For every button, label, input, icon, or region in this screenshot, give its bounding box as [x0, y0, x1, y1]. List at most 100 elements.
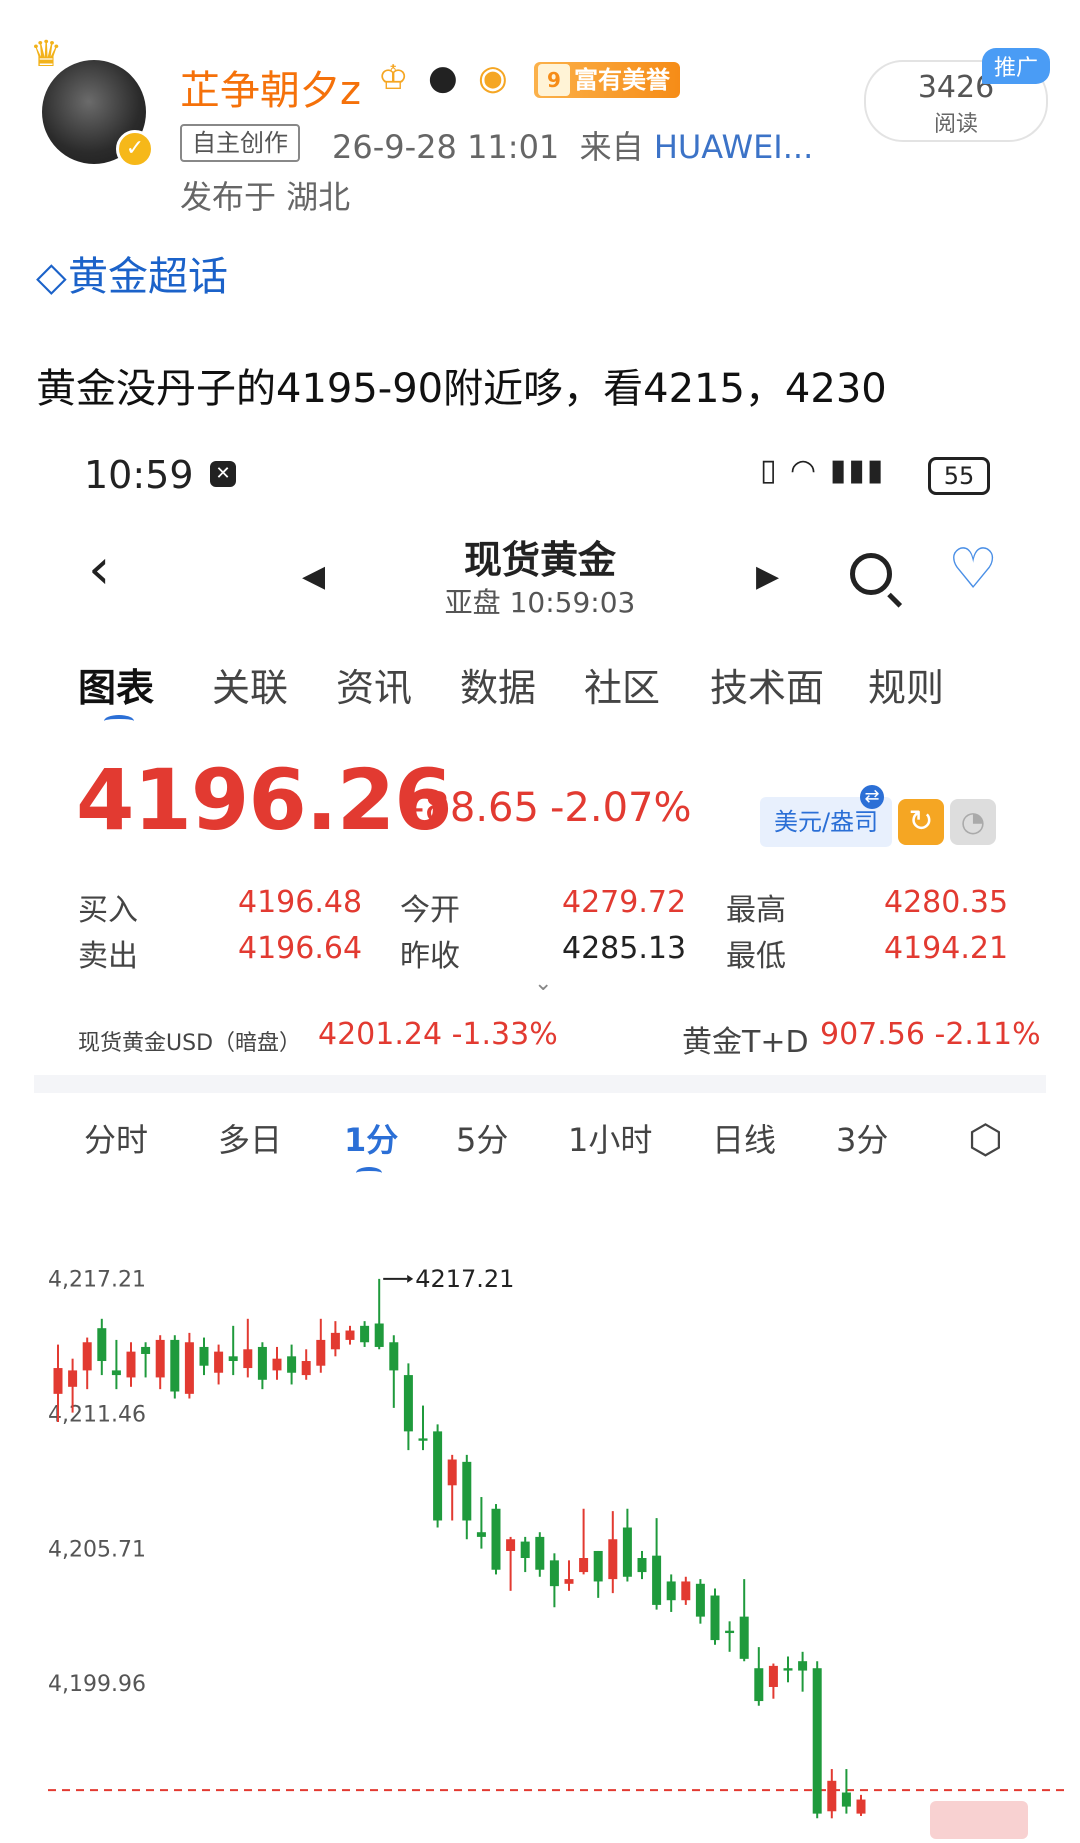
candle-body [389, 1342, 399, 1371]
tab-chart[interactable]: 图表 [78, 657, 154, 712]
device-link[interactable]: HUAWEI... [654, 128, 813, 166]
candle-body [462, 1461, 472, 1521]
source-tag: 自主创作 [180, 124, 300, 162]
buy-label: 买入 [78, 893, 138, 928]
period-daily[interactable]: 日线 [712, 1115, 776, 1161]
y-tick-label: 4,211.46 [48, 1403, 146, 1428]
prev-instrument-icon[interactable]: ◀ [302, 559, 325, 594]
candle-body [374, 1323, 384, 1347]
candle-body [53, 1368, 63, 1394]
next-instrument-icon[interactable]: ▶ [756, 559, 779, 594]
refresh-icon[interactable]: ↻ [898, 799, 944, 845]
max-marker-label: 4217.21 [415, 1265, 514, 1293]
period-1min[interactable]: 1分 [344, 1115, 398, 1161]
period-1hour[interactable]: 1小时 [568, 1115, 652, 1161]
candle-body [856, 1799, 866, 1814]
candle-body [418, 1438, 428, 1441]
crown-icon: ♛ [30, 34, 63, 75]
weibo-post: ♛ ✓ 芷争朝夕z ♔ ● ◉ 9 富有美誉 3426 阅读 推广 自主创作 2… [0, 0, 1080, 425]
candle-body [783, 1668, 793, 1671]
tab-community[interactable]: 社区 [584, 657, 660, 712]
candle-body [827, 1780, 837, 1812]
candle-body [768, 1665, 778, 1687]
candle-body [549, 1560, 559, 1587]
candle-body [316, 1339, 326, 1366]
promo-badge[interactable]: 推广 [982, 48, 1051, 84]
vip-crown-icon[interactable]: ♔ [378, 58, 408, 98]
embedded-screenshot[interactable]: 10:59 ✕ ▯ ◠ ▮▮▮ 55 ‹ ◀ 现货黄金 亚盘 10:59:03 … [0, 425, 1080, 1843]
fame-badge[interactable]: 9 富有美誉 [534, 62, 680, 98]
candle-body [433, 1431, 443, 1521]
low-value: 4194.21 [884, 931, 1009, 966]
candle-body [141, 1346, 151, 1354]
candle-body [447, 1459, 457, 1486]
search-icon[interactable] [850, 553, 892, 595]
fish-icon[interactable]: ◉ [478, 58, 508, 98]
panda-icon[interactable]: ● [428, 58, 458, 98]
high-value: 4280.35 [884, 885, 1009, 920]
diamond-icon: ◇ [36, 254, 67, 300]
td-value[interactable]: 907.56 -2.11% [820, 1017, 1041, 1052]
y-tick-label: 4,199.96 [48, 1672, 146, 1697]
back-icon[interactable]: ‹ [88, 537, 110, 602]
fame-label: 富有美誉 [574, 66, 670, 94]
candle-body [710, 1595, 720, 1641]
period-5min[interactable]: 5分 [456, 1115, 508, 1161]
candle-body [754, 1668, 764, 1702]
period-intraday[interactable]: 分时 [84, 1115, 148, 1161]
candle-body [170, 1339, 180, 1392]
post-location: 发布于 湖北 [180, 178, 351, 216]
tab-related[interactable]: 关联 [212, 657, 288, 712]
chevron-down-icon[interactable]: ⌄ [534, 971, 552, 996]
candle-body [155, 1339, 165, 1378]
candle-body [111, 1370, 121, 1376]
username[interactable]: 芷争朝夕z [180, 58, 361, 116]
candle-body [681, 1581, 691, 1601]
post-timestamp: 26-9-28 11:01 [332, 128, 560, 166]
period-3min[interactable]: 3分 [836, 1115, 888, 1161]
candle-body [243, 1349, 253, 1369]
max-marker-arrow [407, 1274, 414, 1283]
open-value: 4279.72 [562, 885, 687, 920]
topic-link[interactable]: ◇黄金超话 [36, 244, 228, 302]
candlestick-chart[interactable]: 4,217.21 4,211.46 4,205.71 4,199.96 4217.21 [34, 1205, 1064, 1843]
candle-body [126, 1351, 136, 1378]
verified-icon: ✓ [116, 130, 154, 168]
app-notification-icon: ✕ [210, 461, 236, 487]
battery-indicator: 55 [928, 457, 990, 495]
tab-technical[interactable]: 技术面 [710, 657, 824, 712]
candle-body [330, 1332, 340, 1350]
period-multiday[interactable]: 多日 [218, 1115, 282, 1161]
y-tick-label: 4,217.21 [48, 1268, 146, 1293]
candle-body [199, 1346, 209, 1366]
candle-body [476, 1532, 486, 1537]
read-label: 阅读 [933, 112, 978, 137]
candle-body [345, 1330, 355, 1340]
tab-data[interactable]: 数据 [460, 657, 536, 712]
price-change-pct: -2.07% [550, 785, 692, 831]
session-time: 亚盘 10:59:03 [444, 586, 636, 619]
candle-body [841, 1792, 851, 1807]
detail-tabs: 图表 关联 资讯 数据 社区 技术面 规则 [0, 657, 1080, 727]
candle-body [812, 1668, 822, 1814]
period-active-indicator [356, 1167, 382, 1179]
tab-news[interactable]: 资讯 [336, 657, 412, 712]
prev-close-label: 昨收 [400, 939, 460, 974]
speed-icon[interactable]: ◔ [950, 799, 996, 845]
favorite-heart-icon[interactable]: ♡ [948, 537, 998, 602]
candle-body [666, 1581, 676, 1601]
high-label: 最高 [726, 893, 786, 928]
sell-value: 4196.64 [238, 931, 363, 966]
dark-market-label: 现货黄金USD（暗盘） [78, 1031, 302, 1056]
candle-body [491, 1508, 501, 1570]
candle-body [68, 1370, 78, 1387]
td-label[interactable]: 黄金T+D [682, 1017, 809, 1061]
tab-rules[interactable]: 规则 [868, 657, 944, 712]
candle-body [403, 1375, 413, 1432]
candle-body [564, 1579, 574, 1584]
candle-body [272, 1358, 282, 1371]
sell-label: 卖出 [78, 939, 138, 974]
chart-settings-icon[interactable]: ⬡ [968, 1117, 1003, 1163]
candle-body [725, 1630, 735, 1634]
candle-body [695, 1583, 705, 1617]
